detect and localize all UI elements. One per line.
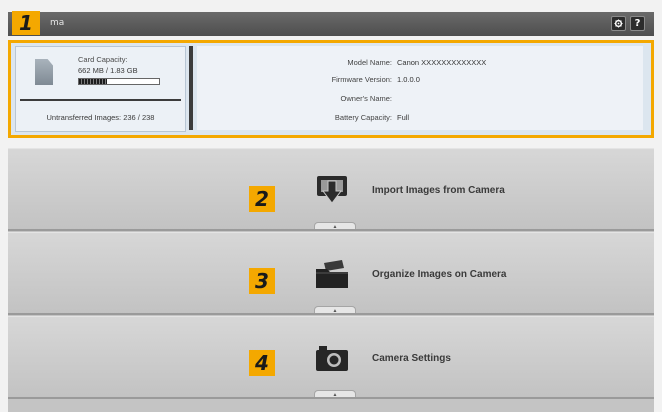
organize-images-label: Organize Images on Camera	[372, 269, 507, 280]
organize-images-button[interactable]: Organize Images on Camera ▲	[8, 232, 654, 315]
action-list: Import Images from Camera ▲ Organize Ima…	[8, 148, 654, 412]
import-icon	[317, 176, 347, 204]
card-capacity-fill	[79, 79, 107, 84]
battery-capacity-label: Battery Capacity:	[334, 113, 392, 122]
window-titlebar: ma ?	[8, 12, 654, 36]
model-name-row: Model Name: Canon XXXXXXXXXXXXX	[197, 58, 486, 67]
owner-name-row: Owner's Name:	[197, 94, 397, 103]
firmware-version-label: Firmware Version:	[331, 75, 392, 84]
owner-name-label: Owner's Name:	[340, 94, 392, 103]
untransferred-images: Untransferred Images: 236 / 238	[46, 113, 155, 122]
row-divider	[8, 313, 654, 315]
import-images-button[interactable]: Import Images from Camera ▲	[8, 148, 654, 231]
callout-badge-1: 1	[12, 11, 40, 35]
callout-badge-3: 3	[249, 268, 275, 294]
card-capacity-label: Card Capacity:	[78, 55, 128, 64]
model-name-value: Canon XXXXXXXXXXXXX	[397, 58, 487, 67]
window-title: ma	[50, 18, 65, 28]
info-divider	[189, 46, 193, 130]
firmware-version-row: Firmware Version: 1.0.0.0	[197, 75, 420, 84]
camera-icon	[316, 346, 348, 371]
firmware-version-value: 1.0.0.0	[397, 75, 420, 84]
row-divider	[8, 229, 654, 231]
folder-icon	[316, 260, 348, 288]
battery-capacity-value: Full	[397, 113, 410, 122]
card-pane-divider	[20, 99, 181, 101]
battery-capacity-row: Battery Capacity: Full	[197, 113, 409, 122]
card-capacity-bar	[78, 78, 160, 85]
callout-badge-4: 4	[249, 350, 275, 376]
model-name-label: Model Name:	[347, 58, 392, 67]
camera-info-panel: Card Capacity: 662 MB / 1.83 GB Untransf…	[8, 40, 654, 138]
sd-card-icon	[35, 59, 53, 85]
gear-icon	[614, 19, 623, 28]
card-capacity-pane: Card Capacity: 662 MB / 1.83 GB Untransf…	[15, 46, 186, 132]
import-images-label: Import Images from Camera	[372, 185, 505, 196]
camera-settings-label: Camera Settings	[372, 353, 451, 364]
camera-details-pane: Model Name: Canon XXXXXXXXXXXXX Firmware…	[197, 46, 643, 130]
row-divider	[8, 397, 654, 399]
settings-button[interactable]	[611, 16, 626, 31]
card-capacity-value: 662 MB / 1.83 GB	[78, 66, 138, 75]
callout-badge-2: 2	[249, 186, 275, 212]
help-button[interactable]: ?	[630, 16, 645, 31]
camera-settings-button[interactable]: Camera Settings ▲	[8, 316, 654, 399]
